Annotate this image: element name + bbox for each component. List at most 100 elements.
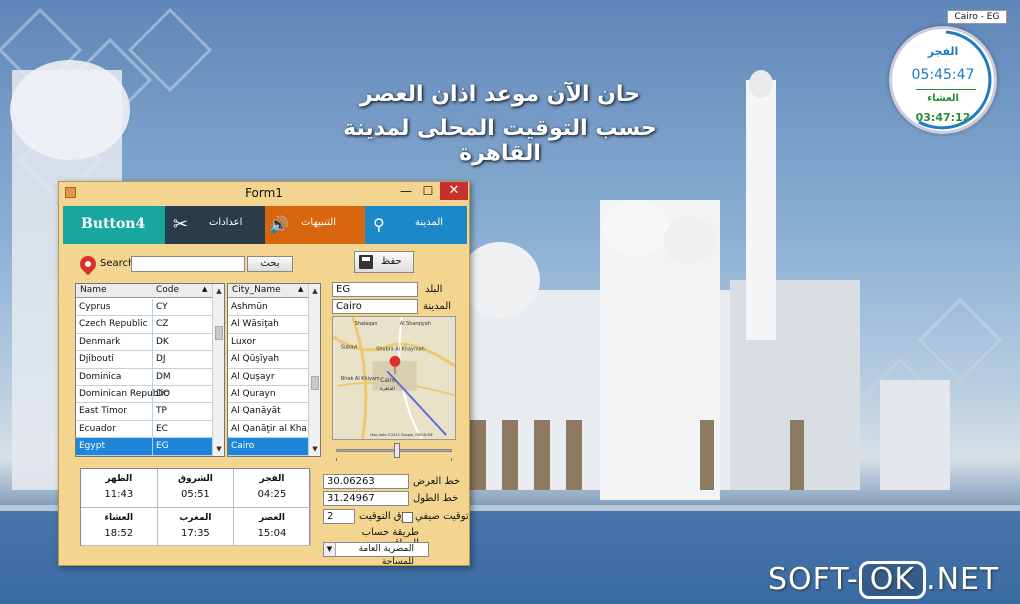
city-row[interactable]: Al Qanāyāt: [228, 403, 310, 421]
city-row[interactable]: Al Wāsiţah: [228, 316, 310, 334]
cities-grid[interactable]: City_Name ▲ Ashmūn Al Wāsiţah Luxor Al Qūşī…: [227, 283, 321, 457]
prayer-cell: الفجر 04:25: [234, 469, 311, 508]
calculation-method-select[interactable]: ▼ المصرية العامة للمساحة: [323, 542, 429, 567]
header-name[interactable]: Name: [80, 285, 107, 295]
header-city-name[interactable]: City_Name: [232, 285, 281, 295]
country-code-cell: EG: [156, 441, 169, 452]
slider-ticks: [336, 458, 452, 461]
latitude-field[interactable]: 30.06263: [323, 474, 409, 489]
prayer-time: 04:25: [257, 489, 287, 500]
speaker-icon: 🔊: [269, 215, 289, 234]
column-divider: [152, 438, 153, 456]
city-name-field[interactable]: Cairo: [332, 299, 418, 314]
country-row[interactable]: Djibouti DJ: [76, 351, 214, 369]
prayer-name: الفجر: [259, 474, 285, 484]
prayer-clock-widget[interactable]: الفجر 05:45:47 العشاء 03:47:12: [889, 26, 997, 134]
adhan-announcement: حان الآن موعد اذان العصر: [359, 82, 641, 107]
cities-header: City_Name ▲: [228, 284, 310, 298]
scrollbar-thumb[interactable]: [215, 326, 223, 340]
daylight-saving-checkbox[interactable]: [402, 512, 413, 523]
country-code-cell: EC: [156, 423, 168, 434]
scroll-down-arrow-icon[interactable]: ▼: [213, 443, 224, 455]
column-divider: [152, 368, 153, 386]
longitude-label: خط الطول: [413, 493, 459, 504]
maximize-button[interactable]: ☐: [417, 182, 439, 200]
prayer-times-table: الظهر 11:43 الشروق 05:51 الفجر 04:25 العشاء 18:…: [80, 468, 311, 546]
country-row[interactable]: Dominican Republic DO: [76, 386, 214, 404]
tab-city[interactable]: ⚲ المدينة: [365, 206, 467, 244]
country-code-cell: DJ: [156, 354, 166, 365]
prayer-cell: الظهر 11:43: [81, 469, 158, 508]
prayer-name: المغرب: [179, 512, 212, 523]
scroll-up-arrow-icon[interactable]: ▲: [309, 285, 320, 297]
country-row[interactable]: Egypt EG: [76, 438, 214, 456]
country-code-cell: TP: [156, 406, 167, 417]
search-button[interactable]: بحث: [247, 256, 293, 272]
prayer-cell: المغرب 17:35: [157, 507, 235, 546]
city-name-cell: Al Qurayn: [231, 389, 276, 399]
cities-scrollbar[interactable]: ▲ ▼: [308, 284, 320, 456]
city-name-cell: Al Wāsiţah: [231, 319, 279, 330]
floppy-disk-icon: [359, 255, 373, 269]
tab-alerts-label: التنبيهات: [301, 217, 336, 228]
window-titlebar[interactable]: Form1 — ☐ ✕: [59, 182, 469, 204]
country-row[interactable]: Cyprus CY: [76, 299, 214, 317]
softok-watermark: SOFT- OK .NET: [768, 561, 999, 599]
clock-divider: [916, 89, 976, 90]
current-prayer-elapsed: 03:47:12: [915, 111, 971, 124]
city-row[interactable]: Cairo: [228, 438, 310, 456]
save-button[interactable]: حفظ: [354, 251, 414, 273]
map-zoom-slider[interactable]: [334, 442, 454, 461]
watermark-ok: OK: [858, 561, 927, 599]
city-name-cell: Cairo: [231, 441, 255, 452]
close-button[interactable]: ✕: [440, 182, 468, 200]
tab-button4[interactable]: Button4: [63, 206, 165, 244]
city-row[interactable]: Al Qūşīyah: [228, 351, 310, 369]
scroll-down-arrow-icon[interactable]: ▼: [309, 443, 320, 455]
slider-thumb[interactable]: [394, 443, 400, 458]
country-row[interactable]: Ecuador EC: [76, 420, 214, 439]
tab-button4-label: Button4: [81, 216, 146, 232]
latitude-label: خط العرض: [413, 476, 461, 487]
map-attribution: Map data ©2015 Google, ORION-ME: [370, 433, 433, 437]
city-row[interactable]: Ashmūn: [228, 299, 310, 317]
city-map[interactable]: Shalaqan Al Sharqiyah Subayi Shubra Al K…: [332, 316, 456, 440]
map-label: القاهرة: [380, 386, 395, 392]
prayer-time: 17:35: [180, 527, 210, 539]
timezone-offset-field[interactable]: 2: [323, 509, 355, 524]
longitude-field[interactable]: 31.24967: [323, 491, 409, 506]
column-divider: [152, 333, 153, 351]
city-row[interactable]: Luxor: [228, 334, 310, 352]
countries-grid[interactable]: Name Code ▲ Cyprus CY Czech Republic CZ Denm…: [75, 283, 225, 457]
search-input[interactable]: [131, 256, 245, 272]
tab-settings[interactable]: ✂ اعدادات: [165, 206, 265, 244]
city-row[interactable]: Al Quşayr: [228, 369, 310, 386]
main-tabs: Button4 ✂ اعدادات 🔊 التنبيهات ⚲ المدينة: [63, 206, 467, 244]
tools-icon: ✂: [173, 214, 189, 235]
tab-alerts[interactable]: 🔊 التنبيهات: [265, 206, 365, 244]
city-name-cell: Al Qūşīyah: [231, 354, 280, 365]
country-name-cell: Denmark: [79, 336, 121, 347]
countries-header: Name Code ▲: [76, 284, 214, 298]
country-row[interactable]: East Timor TP: [76, 403, 214, 421]
city-row[interactable]: Al Qurayn: [228, 386, 310, 404]
prayer-time: 11:43: [104, 489, 134, 500]
scrollbar-thumb[interactable]: [311, 376, 319, 390]
sort-up-icon: ▲: [202, 285, 208, 293]
city-row[interactable]: Al Qanāţir al Kha...: [228, 421, 316, 439]
location-badge: Cairo - EG: [947, 10, 1007, 24]
scroll-up-arrow-icon[interactable]: ▲: [213, 285, 224, 297]
country-name-cell: Ecuador: [79, 423, 116, 434]
country-name-cell: East Timor: [79, 406, 127, 417]
countries-scrollbar[interactable]: ▲ ▼: [212, 284, 224, 456]
prayer-name: العشاء: [104, 512, 134, 523]
country-row[interactable]: Dominica DM: [76, 368, 214, 386]
country-row[interactable]: Czech Republic CZ: [76, 316, 214, 334]
watermark-right: .NET: [926, 562, 1000, 597]
column-divider: [152, 351, 153, 369]
calculation-method-value: المصرية العامة للمساحة: [358, 544, 414, 567]
country-code-field[interactable]: EG: [332, 282, 418, 297]
minimize-button[interactable]: —: [395, 182, 417, 200]
header-code[interactable]: Code: [156, 285, 179, 295]
country-row[interactable]: Denmark DK: [76, 333, 214, 352]
